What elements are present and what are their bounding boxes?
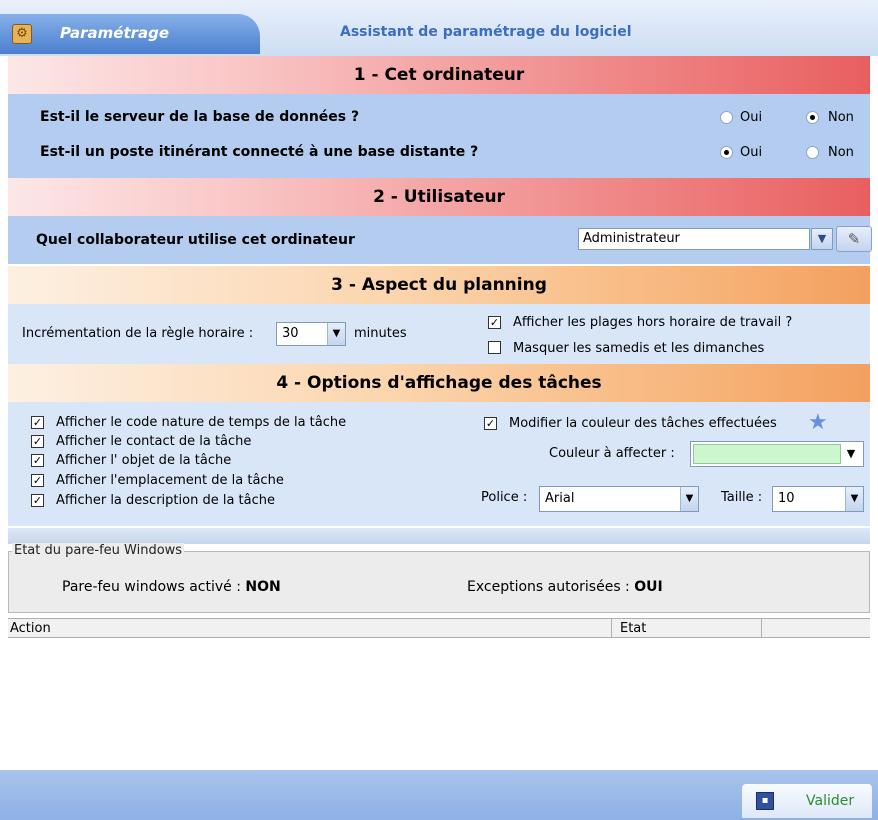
q1-radio-non[interactable] — [806, 111, 819, 124]
q2-radio-oui-label: Oui — [740, 145, 763, 160]
checkbox-emplacement[interactable]: ✓ — [31, 474, 44, 487]
section-2-header: 2 - Utilisateur — [8, 178, 870, 216]
chevron-down-icon[interactable]: ▼ — [680, 487, 698, 511]
firewall-exceptions-label: Exceptions autorisées : — [467, 579, 630, 595]
q2-radio-oui[interactable] — [720, 146, 733, 159]
police-value: Arial — [545, 491, 575, 506]
settings-icon: ⚙ — [12, 24, 32, 44]
checkbox-hors-horaire-label: Afficher les plages hors horaire de trav… — [513, 315, 793, 330]
chevron-down-icon[interactable]: ▼ — [811, 228, 833, 250]
taille-select[interactable]: 10 ▼ — [772, 486, 864, 512]
floppy-disk-icon: ▪ — [756, 792, 774, 810]
color-select[interactable]: ▼ — [690, 441, 864, 467]
star-icon[interactable]: ★ — [808, 411, 828, 435]
firewall-active-value: NON — [245, 579, 281, 595]
chevron-down-icon[interactable]: ▼ — [845, 487, 863, 511]
action-list[interactable] — [8, 638, 870, 770]
section-3-header: 3 - Aspect du planning — [8, 266, 870, 304]
firewall-legend: Etat du pare-feu Windows — [12, 543, 185, 558]
tab-label: Paramétrage — [60, 24, 170, 42]
firewall-active-label: Pare-feu windows activé : — [62, 579, 241, 595]
increment-label: Incrémentation de la règle horaire : — [22, 326, 254, 341]
firewall-exceptions: Exceptions autorisées : OUI — [467, 579, 663, 595]
valider-label: Valider — [806, 793, 855, 809]
header-title: Assistant de paramétrage du logiciel — [340, 24, 632, 40]
color-swatch — [693, 444, 841, 464]
checkbox-contact[interactable]: ✓ — [31, 435, 44, 448]
chevron-down-icon[interactable]: ▼ — [327, 323, 345, 345]
divider — [8, 528, 870, 544]
police-select[interactable]: Arial ▼ — [539, 486, 699, 512]
option-label: Afficher l' objet de la tâche — [56, 453, 232, 468]
firewall-active: Pare-feu windows activé : NON — [62, 579, 281, 595]
checkbox-hors-horaire[interactable]: ✓ — [488, 316, 501, 329]
section-4-header: 4 - Options d'affichage des tâches — [8, 364, 870, 402]
color-label: Couleur à affecter : — [549, 446, 675, 461]
checkbox-modify-color[interactable]: ✓ — [484, 417, 497, 430]
option-label: Afficher le code nature de temps de la t… — [56, 415, 347, 430]
section-1-header: 1 - Cet ordinateur — [8, 56, 870, 94]
checkbox-objet[interactable]: ✓ — [31, 454, 44, 467]
question-server: Est-il le serveur de la base de données … — [40, 109, 360, 125]
column-header-blank[interactable] — [762, 619, 870, 637]
q1-radio-non-label: Non — [828, 110, 854, 125]
question-collaborateur: Quel collaborateur utilise cet ordinateu… — [36, 232, 355, 248]
column-header-action[interactable]: Action — [8, 619, 612, 637]
q1-radio-oui[interactable] — [720, 111, 733, 124]
increment-select[interactable]: 30 ▼ — [276, 322, 346, 346]
eraser-icon[interactable]: ✎ — [836, 226, 872, 252]
checkbox-description[interactable]: ✓ — [31, 494, 44, 507]
question-itinerant: Est-il un poste itinérant connecté à une… — [40, 144, 479, 160]
option-label: Afficher la description de la tâche — [56, 493, 275, 508]
firewall-exceptions-value: OUI — [634, 579, 663, 595]
chevron-down-icon[interactable]: ▼ — [841, 444, 861, 464]
section-1-panel — [8, 94, 870, 178]
option-label: Afficher le contact de la tâche — [56, 434, 252, 449]
checkbox-code-nature[interactable]: ✓ — [31, 416, 44, 429]
q1-radio-oui-label: Oui — [740, 110, 763, 125]
option-label: Afficher l'emplacement de la tâche — [56, 473, 284, 488]
list-header: Action Etat — [8, 618, 870, 638]
checkbox-weekends-label: Masquer les samedis et les dimanches — [513, 341, 765, 356]
taille-label: Taille : — [721, 490, 763, 505]
column-header-etat[interactable]: Etat — [612, 619, 762, 637]
valider-button[interactable]: ▪ Valider — [742, 784, 872, 818]
increment-value: 30 — [282, 326, 299, 341]
taille-value: 10 — [778, 491, 795, 506]
police-label: Police : — [481, 490, 528, 505]
q2-radio-non[interactable] — [806, 146, 819, 159]
user-select[interactable]: Administrateur — [578, 228, 810, 250]
modify-color-label: Modifier la couleur des tâches effectuée… — [509, 416, 777, 431]
checkbox-weekends[interactable] — [488, 341, 501, 354]
increment-unit: minutes — [354, 326, 407, 341]
q2-radio-non-label: Non — [828, 145, 854, 160]
